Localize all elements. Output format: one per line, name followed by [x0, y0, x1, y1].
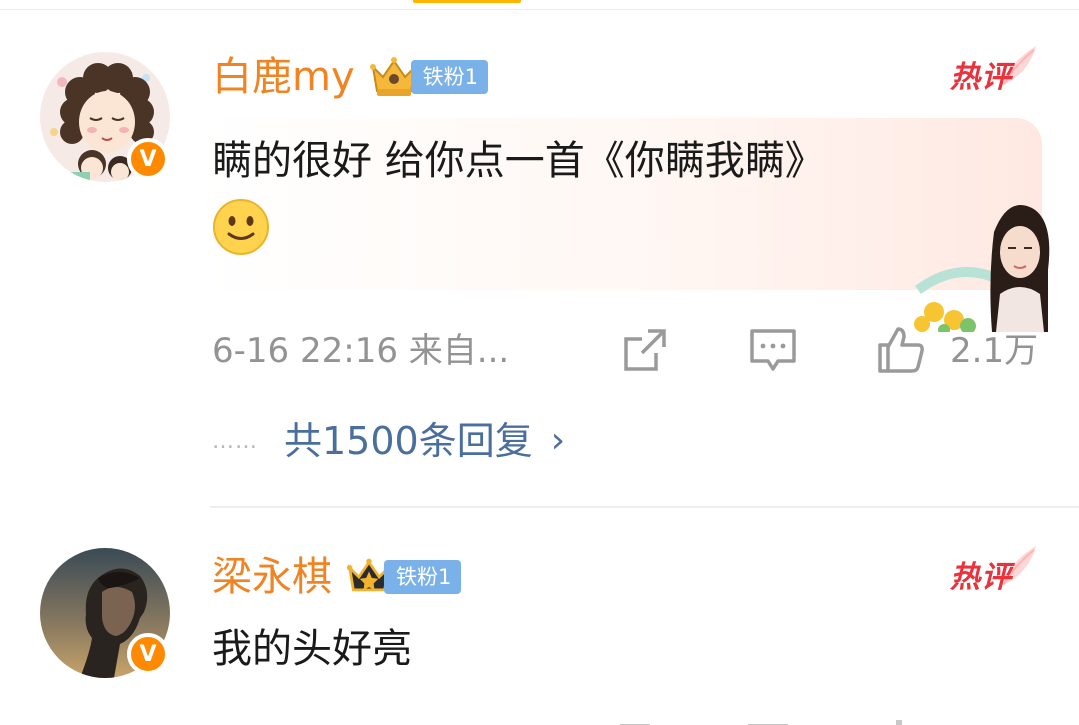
comment-icon[interactable] — [748, 325, 798, 375]
fan-badge: 铁粉1 — [384, 560, 462, 594]
hot-comment-tag: 热评 — [946, 546, 1038, 602]
top-divider — [0, 9, 1079, 10]
verified-v-icon: V — [127, 633, 169, 675]
chevron-right-icon: › — [550, 420, 566, 461]
verified-v-icon: V — [127, 138, 169, 180]
comment-divider — [210, 506, 1079, 508]
like-count: 2.1万 — [950, 331, 1039, 371]
name-row: 梁永棋 铁粉1 — [212, 552, 462, 602]
hot-tag-label: 热评 — [950, 560, 1012, 595]
like-icon[interactable] — [876, 325, 926, 375]
comment-feed: V 白鹿my 铁粉1 热评 瞒的很好 给你点一首《你瞒我瞒》 6-16 22:1… — [0, 0, 1079, 725]
slightly-smiling-face-icon — [213, 199, 269, 255]
fan-decoration-portrait — [914, 205, 1050, 332]
replies-dots: …… — [212, 428, 258, 454]
fan-badge: 铁粉1 — [410, 60, 489, 94]
hot-tag-label: 热评 — [950, 60, 1012, 95]
active-tab-indicator — [413, 0, 521, 3]
comment-meta-row: 6-16 22:16 来自... 2.1万 — [212, 325, 1042, 375]
comment-text: 我的头好亮 — [212, 626, 412, 672]
comment-item: V 梁永棋 铁粉1 热评 我的头好亮 — [0, 540, 1079, 725]
username[interactable]: 白鹿my — [212, 52, 355, 102]
username[interactable]: 梁永棋 — [212, 552, 332, 602]
hot-comment-tag: 热评 — [946, 46, 1038, 102]
name-row: 白鹿my 铁粉1 — [212, 52, 489, 102]
view-replies-link[interactable]: 共1500条回复 — [284, 416, 533, 466]
comment-text: 瞒的很好 给你点一首《你瞒我瞒》 — [212, 138, 825, 184]
meta-row-cut-off — [620, 720, 902, 725]
replies-row[interactable]: …… 共1500条回复 › — [212, 416, 565, 466]
share-icon[interactable] — [620, 325, 670, 375]
comment-item: V 白鹿my 铁粉1 热评 瞒的很好 给你点一首《你瞒我瞒》 6-16 22:1… — [0, 40, 1079, 490]
timestamp: 6-16 22:16 来自... — [212, 331, 510, 371]
